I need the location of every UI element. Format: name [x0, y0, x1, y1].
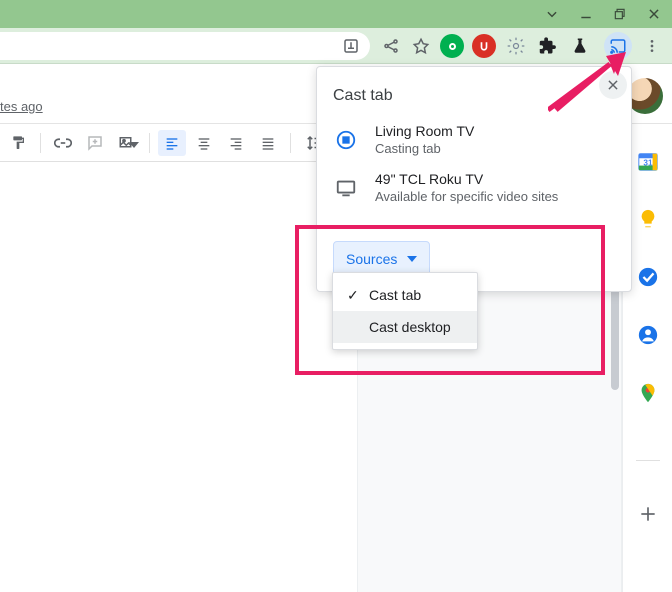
cast-popup-title: Cast tab: [333, 87, 393, 105]
cast-sources-label: Sources: [346, 251, 397, 267]
calendar-app-icon[interactable]: 31: [637, 150, 659, 172]
dropdown-triangle-icon: [407, 256, 417, 262]
ext-flask-icon[interactable]: [568, 34, 592, 58]
add-addon-button[interactable]: [637, 503, 659, 525]
cast-sources-menu: Cast tab Cast desktop: [332, 272, 478, 350]
cast-device-status: Casting tab: [375, 141, 474, 156]
last-edit-text[interactable]: tes ago: [0, 99, 43, 114]
ext-red-icon[interactable]: [472, 34, 496, 58]
ext-green-icon[interactable]: [440, 34, 464, 58]
cast-source-option[interactable]: Cast desktop: [333, 311, 477, 343]
cast-active-icon: [333, 127, 359, 153]
maps-app-icon[interactable]: [637, 382, 659, 404]
keep-app-icon[interactable]: [637, 208, 659, 230]
cast-device-name: Living Room TV: [375, 123, 474, 139]
cast-device-status: Available for specific video sites: [375, 189, 558, 204]
cast-popup: Cast tab Living Room TV Casting tab 49" …: [316, 66, 632, 292]
browser-toolbar: [0, 28, 672, 64]
format-paint-icon[interactable]: [4, 130, 32, 156]
cast-device-row[interactable]: 49" TCL Roku TV Available for specific v…: [333, 171, 617, 213]
browser-menu-icon[interactable]: [642, 32, 662, 60]
install-icon[interactable]: [340, 35, 362, 57]
extension-bar: [440, 32, 592, 60]
cast-source-option[interactable]: Cast tab: [333, 279, 477, 311]
document-canvas[interactable]: [0, 162, 357, 592]
tv-icon: [333, 175, 359, 201]
window-maximize-icon[interactable]: [610, 4, 630, 24]
cast-source-label: Cast desktop: [369, 319, 451, 335]
cast-popup-close-button[interactable]: [599, 71, 627, 99]
cast-device-name: 49" TCL Roku TV: [375, 171, 558, 187]
share-icon[interactable]: [380, 35, 402, 57]
add-comment-icon[interactable]: [81, 130, 109, 156]
tasks-app-icon[interactable]: [637, 266, 659, 288]
window-dropdown-icon[interactable]: [542, 4, 562, 24]
contacts-app-icon[interactable]: [637, 324, 659, 346]
insert-link-icon[interactable]: [49, 130, 77, 156]
align-right-icon[interactable]: [222, 130, 250, 156]
align-justify-icon[interactable]: [254, 130, 282, 156]
cast-device-row[interactable]: Living Room TV Casting tab: [333, 123, 617, 165]
cast-source-label: Cast tab: [369, 287, 421, 303]
extensions-puzzle-icon[interactable]: [536, 34, 560, 58]
window-titlebar: [0, 0, 672, 28]
star-bookmark-icon[interactable]: [410, 35, 432, 57]
side-panel-divider: [636, 460, 660, 461]
cast-toolbar-button[interactable]: [604, 32, 632, 60]
omnibox[interactable]: [0, 32, 370, 60]
align-center-icon[interactable]: [190, 130, 218, 156]
align-left-icon[interactable]: [158, 130, 186, 156]
insert-image-icon[interactable]: [113, 130, 141, 156]
window-close-icon[interactable]: [644, 4, 664, 24]
svg-text:31: 31: [643, 159, 653, 168]
ext-gear-icon[interactable]: [504, 34, 528, 58]
window-minimize-icon[interactable]: [576, 4, 596, 24]
avatar[interactable]: [627, 78, 663, 114]
